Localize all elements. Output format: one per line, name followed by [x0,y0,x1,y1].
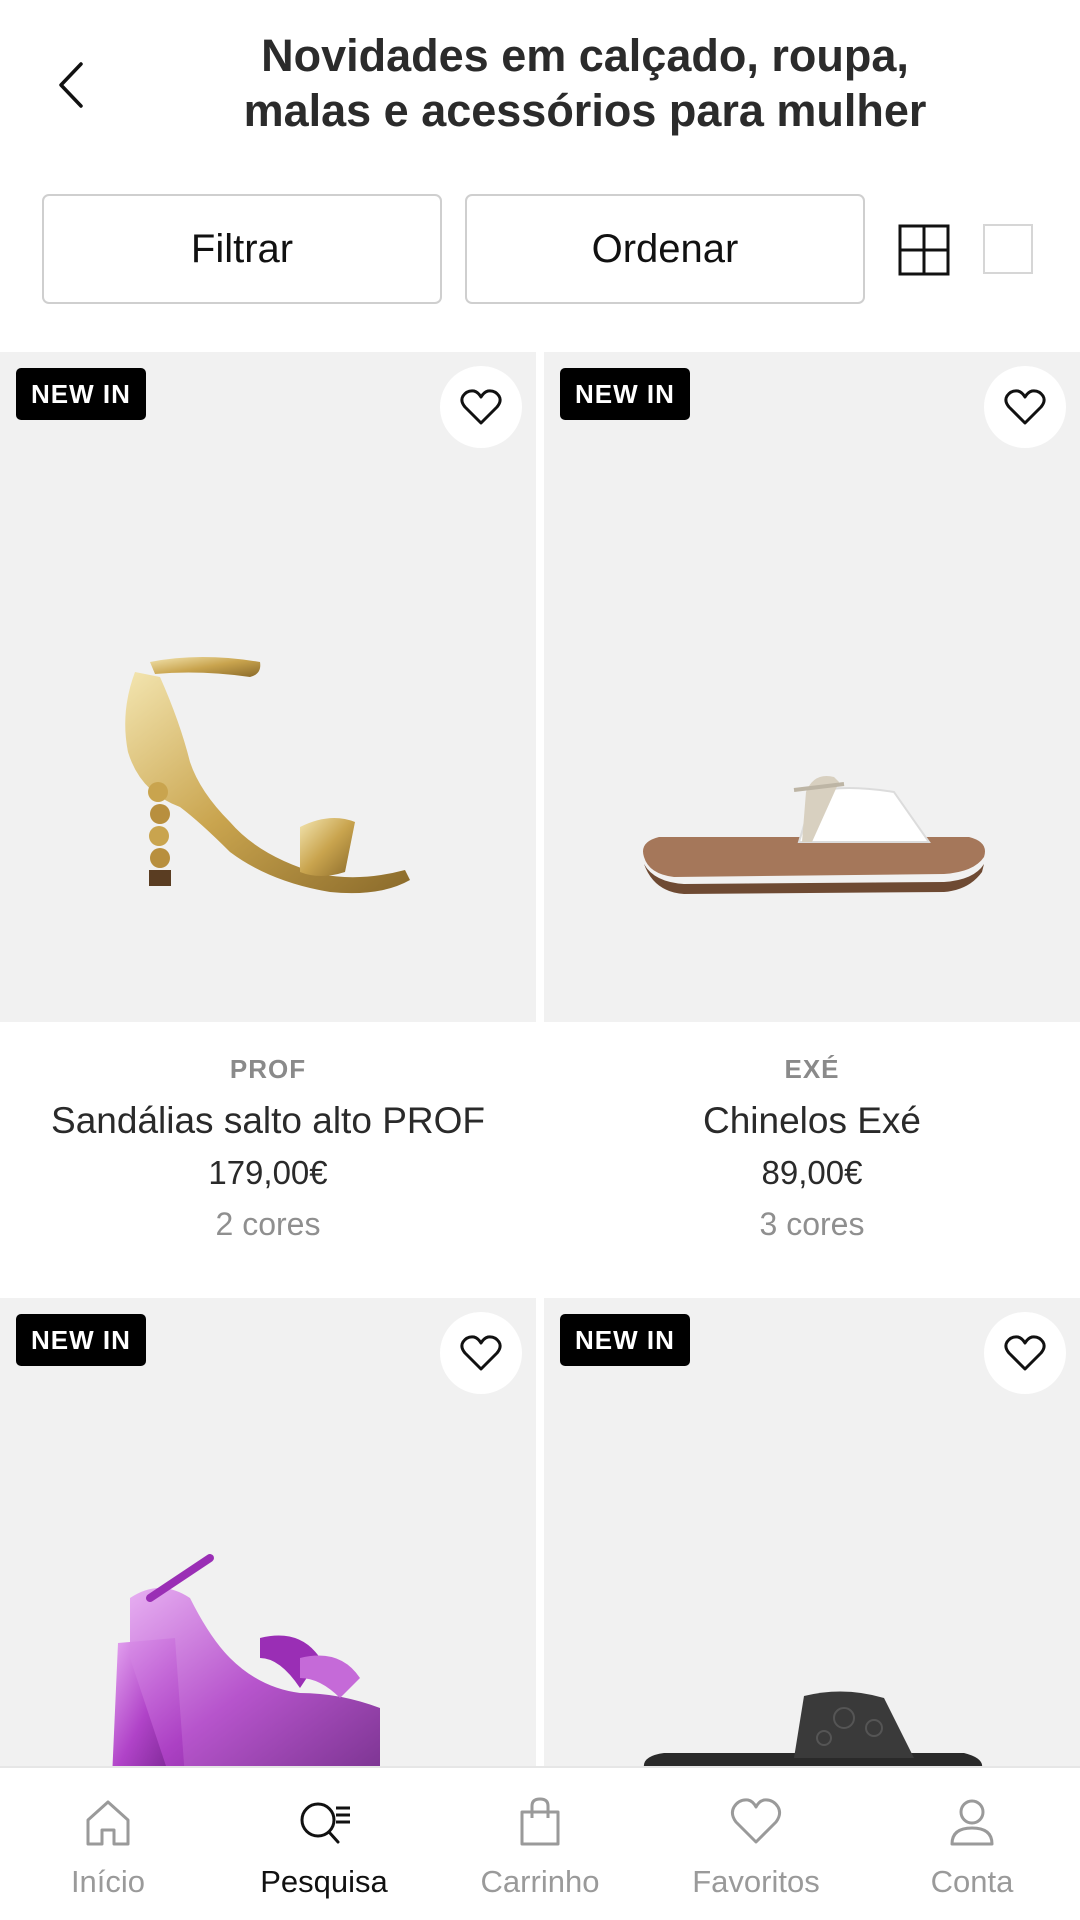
heart-icon [1004,389,1046,425]
product-info: PROF Sandálias salto alto PROF 179,00€ 2… [0,1052,536,1248]
product-colors: 2 cores [215,1206,321,1242]
nav-item-inicio[interactable]: Início [0,1768,216,1920]
nav-label: Início [70,1864,146,1899]
back-button[interactable] [40,50,100,120]
product-price: 179,00€ [208,1154,328,1191]
product-brand: PROF [229,1054,307,1084]
white-flat-slide-image [643,776,985,894]
nav-label: Carrinho [480,1864,600,1899]
search-list-icon [300,1802,350,1844]
nav-item-pesquisa[interactable]: Pesquisa [216,1768,432,1920]
new-in-badge: NEW IN [560,1314,690,1366]
bag-icon [520,1797,560,1846]
product-info: EXÉ Chinelos Exé 89,00€ 3 cores [544,1052,1080,1248]
product-brand: EXÉ [784,1054,840,1084]
new-in-badge: NEW IN [560,368,690,420]
product-name[interactable]: Chinelos Exé [544,1096,1080,1146]
heart-icon [460,1335,502,1371]
heart-icon [1004,1335,1046,1371]
product-image[interactable]: NEW IN [544,1298,1080,1766]
toolbar: Filtrar Ordenar [0,194,1080,304]
bottom-nav: Início Pesquisa Carrinho Favoritos Conta [0,1766,1080,1920]
sort-button[interactable]: Ordenar [465,194,865,304]
grid-view-icon[interactable] [898,224,950,276]
page-title: Novidades em calçado, roupa, malas e ace… [150,28,1020,138]
product-image[interactable]: NEW IN [0,352,536,1022]
product-price: 89,00€ [761,1154,863,1191]
nav-label: Conta [930,1864,1014,1899]
user-icon [950,1799,994,1846]
favorite-button[interactable] [984,366,1066,448]
chevron-left-icon [59,62,83,108]
new-in-badge: NEW IN [16,1314,146,1366]
page-title-line-2: malas e acessórios para mulher [243,85,927,136]
product-name[interactable]: Sandálias salto alto PROF [0,1096,536,1146]
gold-heeled-sandal-image [125,657,410,894]
favorite-button[interactable] [984,1312,1066,1394]
new-in-badge: NEW IN [16,368,146,420]
product-image[interactable]: NEW IN [544,352,1080,1022]
favorite-button[interactable] [440,366,522,448]
nav-item-carrinho[interactable]: Carrinho [432,1768,648,1920]
page-title-line-1: Novidades em calçado, roupa, [261,30,909,81]
nav-item-conta[interactable]: Conta [864,1768,1080,1920]
filter-button[interactable]: Filtrar [42,194,442,304]
heart-icon [730,1798,782,1844]
nav-label: Pesquisa [260,1864,388,1899]
header: Novidades em calçado, roupa, malas e ace… [0,0,1080,170]
product-image[interactable]: NEW IN [0,1298,536,1766]
nav-item-favoritos[interactable]: Favoritos [648,1768,864,1920]
single-view-icon[interactable] [983,224,1033,274]
nav-label: Favoritos [692,1864,820,1899]
home-icon [86,1800,130,1846]
favorite-button[interactable] [440,1312,522,1394]
heart-icon [460,389,502,425]
product-colors: 3 cores [759,1206,865,1242]
